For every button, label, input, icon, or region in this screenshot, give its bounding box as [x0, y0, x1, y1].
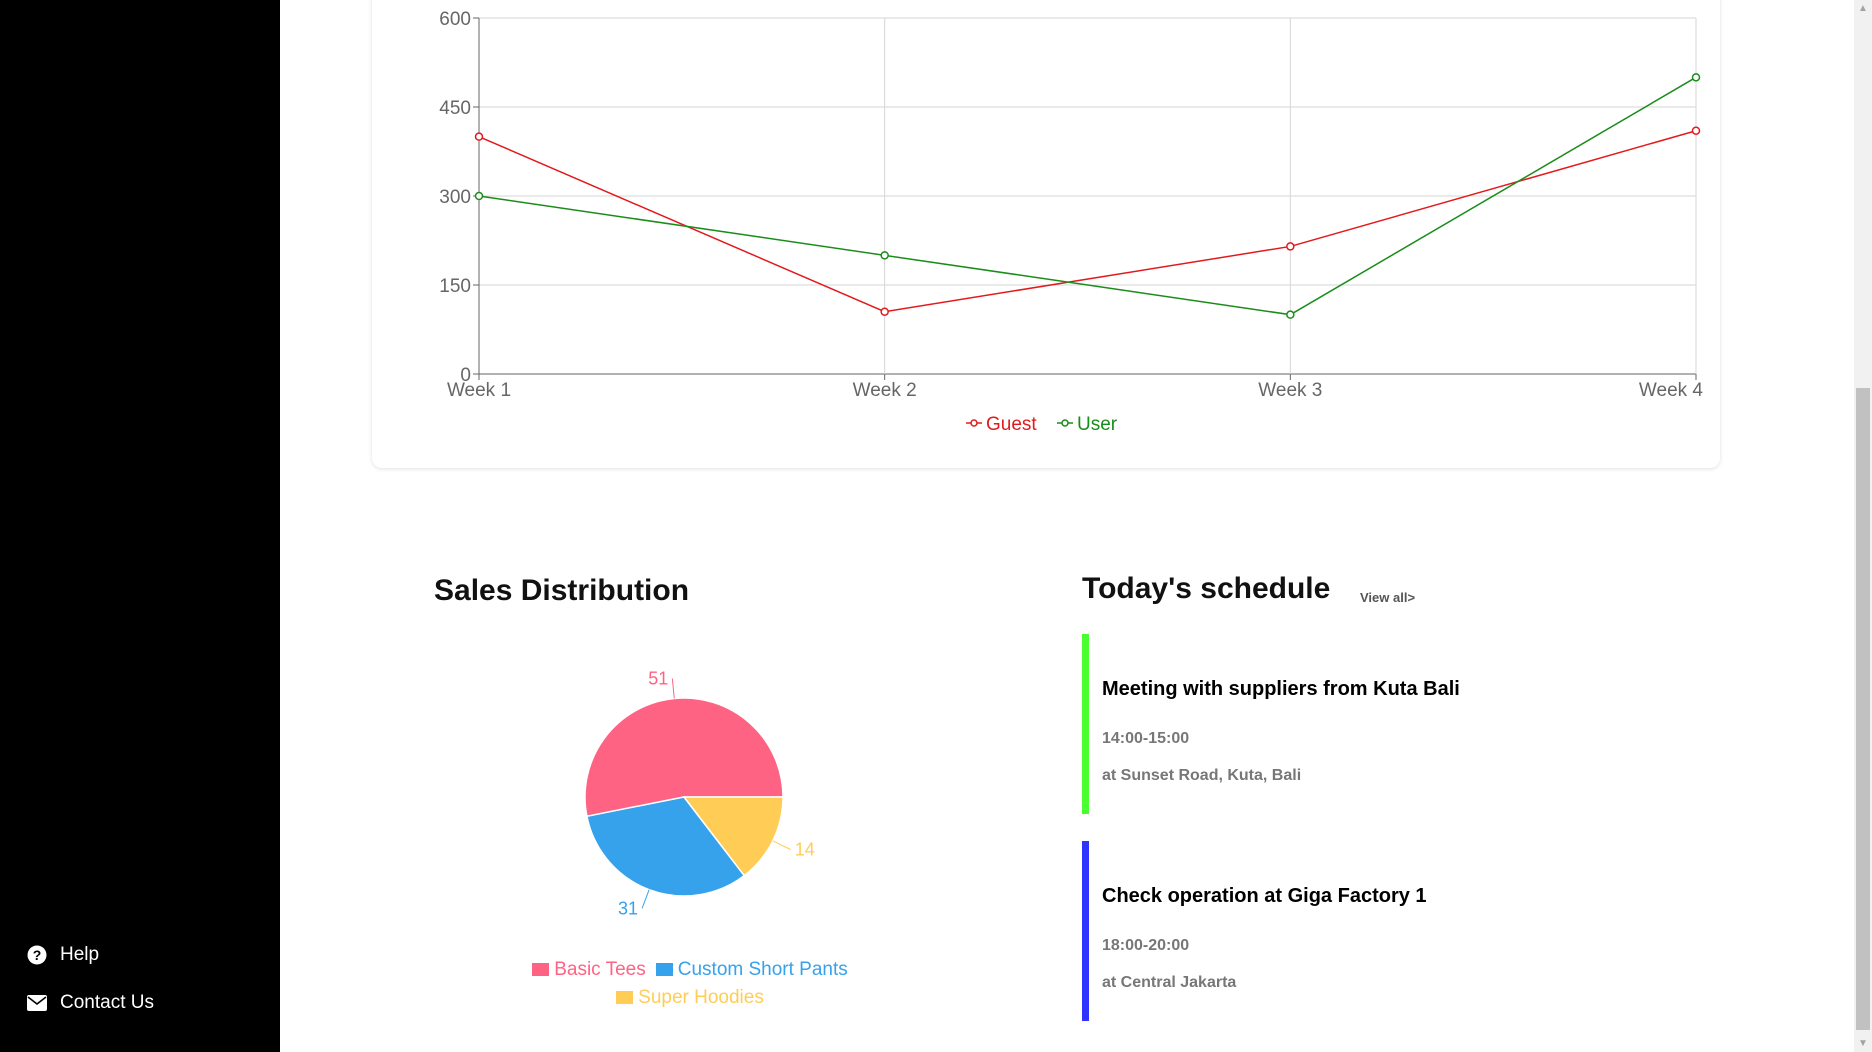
legend-label: Super Hoodies	[638, 987, 764, 1008]
event-location: at Sunset Road, Kuta, Bali	[1102, 767, 1302, 784]
sales-distribution-title: Sales Distribution	[434, 574, 690, 607]
event-color-bar	[1082, 841, 1089, 1021]
sidebar: ? Help Contact Us	[0, 0, 280, 1052]
view-all-link[interactable]: View all>	[1360, 590, 1415, 605]
pie-legend-item[interactable]: Super Hoodies	[616, 984, 764, 1011]
contact-us-link[interactable]: Contact Us	[26, 992, 154, 1014]
legend-label: User	[1077, 414, 1118, 435]
legend-label: Custom Short Pants	[677, 959, 848, 980]
data-point	[1286, 310, 1295, 319]
pie-label-line	[772, 840, 791, 851]
data-point	[1691, 73, 1701, 82]
pie-chart: 51 31 14	[584, 669, 815, 918]
question-circle-icon: ?	[26, 944, 48, 966]
event-title: Meeting with suppliers from Kuta Bali	[1102, 678, 1460, 700]
pie-data-label: 31	[618, 898, 638, 918]
weekly-visitors-card: 0 150 300 450 600 Week 1 Week 2 Week 3 Week 4 Gue…	[372, 0, 1720, 468]
line-chart: 0150300450600Week 1 Week 2 Week 3 Week 4Gue…	[439, 9, 1704, 435]
vertical-scrollbar[interactable]: ▲ ▼	[1854, 0, 1872, 1052]
event-location: at Central Jakarta	[1102, 974, 1237, 991]
svg-text:?: ?	[33, 947, 42, 963]
pie-legend: Basic Tees Custom Short Pants Super Hoodie…	[500, 956, 880, 1012]
legend-label: Guest	[986, 414, 1037, 435]
scroll-down-arrow-icon[interactable]: ▼	[1854, 1035, 1872, 1052]
y-tick-label: 150	[439, 276, 471, 297]
legend-label: Basic Tees	[554, 959, 646, 980]
legend-marker	[970, 419, 978, 427]
scrollbar-thumb[interactable]	[1856, 388, 1870, 1030]
x-tick-label: Week 4	[1639, 380, 1704, 401]
x-tick-label: Week 2	[853, 380, 917, 401]
y-tick-label: 300	[439, 187, 471, 208]
legend-swatch	[616, 991, 634, 1004]
data-point	[880, 251, 889, 260]
schedule-title: Today's schedule	[1082, 572, 1331, 605]
y-tick-label: 450	[439, 98, 471, 119]
event-time: 14:00-15:00	[1102, 730, 1190, 747]
event-time: 18:00-20:00	[1102, 937, 1190, 954]
pie-data-label: 51	[648, 669, 668, 689]
scroll-up-arrow-icon[interactable]: ▲	[1854, 0, 1872, 17]
data-point	[880, 307, 889, 316]
legend-swatch	[532, 963, 550, 976]
pie-legend-item[interactable]: Basic Tees	[532, 956, 646, 983]
schedule-event[interactable]: Meeting with suppliers from Kuta Bali 14…	[1082, 634, 1642, 814]
pie-label-line	[641, 889, 650, 909]
y-tick-label: 600	[439, 9, 471, 30]
envelope-icon	[26, 992, 48, 1014]
x-tick-label: Week 3	[1258, 380, 1322, 401]
x-tick-label: Week 1	[447, 380, 511, 401]
event-color-bar	[1082, 634, 1089, 814]
pie-data-label: 14	[795, 840, 815, 860]
event-title: Check operation at Giga Factory 1	[1102, 885, 1427, 907]
data-point	[474, 132, 484, 141]
help-label: Help	[60, 944, 100, 965]
help-link[interactable]: ? Help	[26, 944, 99, 966]
schedule-event[interactable]: Check operation at Giga Factory 1 18:00-…	[1082, 841, 1642, 1021]
contact-us-label: Contact Us	[60, 992, 154, 1013]
pie-legend-item[interactable]: Custom Short Pants	[655, 956, 848, 983]
data-point	[474, 191, 484, 201]
legend-marker	[1061, 419, 1069, 427]
data-point	[1691, 126, 1701, 135]
legend-swatch	[655, 963, 673, 976]
pie-label-line	[671, 678, 675, 699]
data-point	[1286, 242, 1295, 251]
